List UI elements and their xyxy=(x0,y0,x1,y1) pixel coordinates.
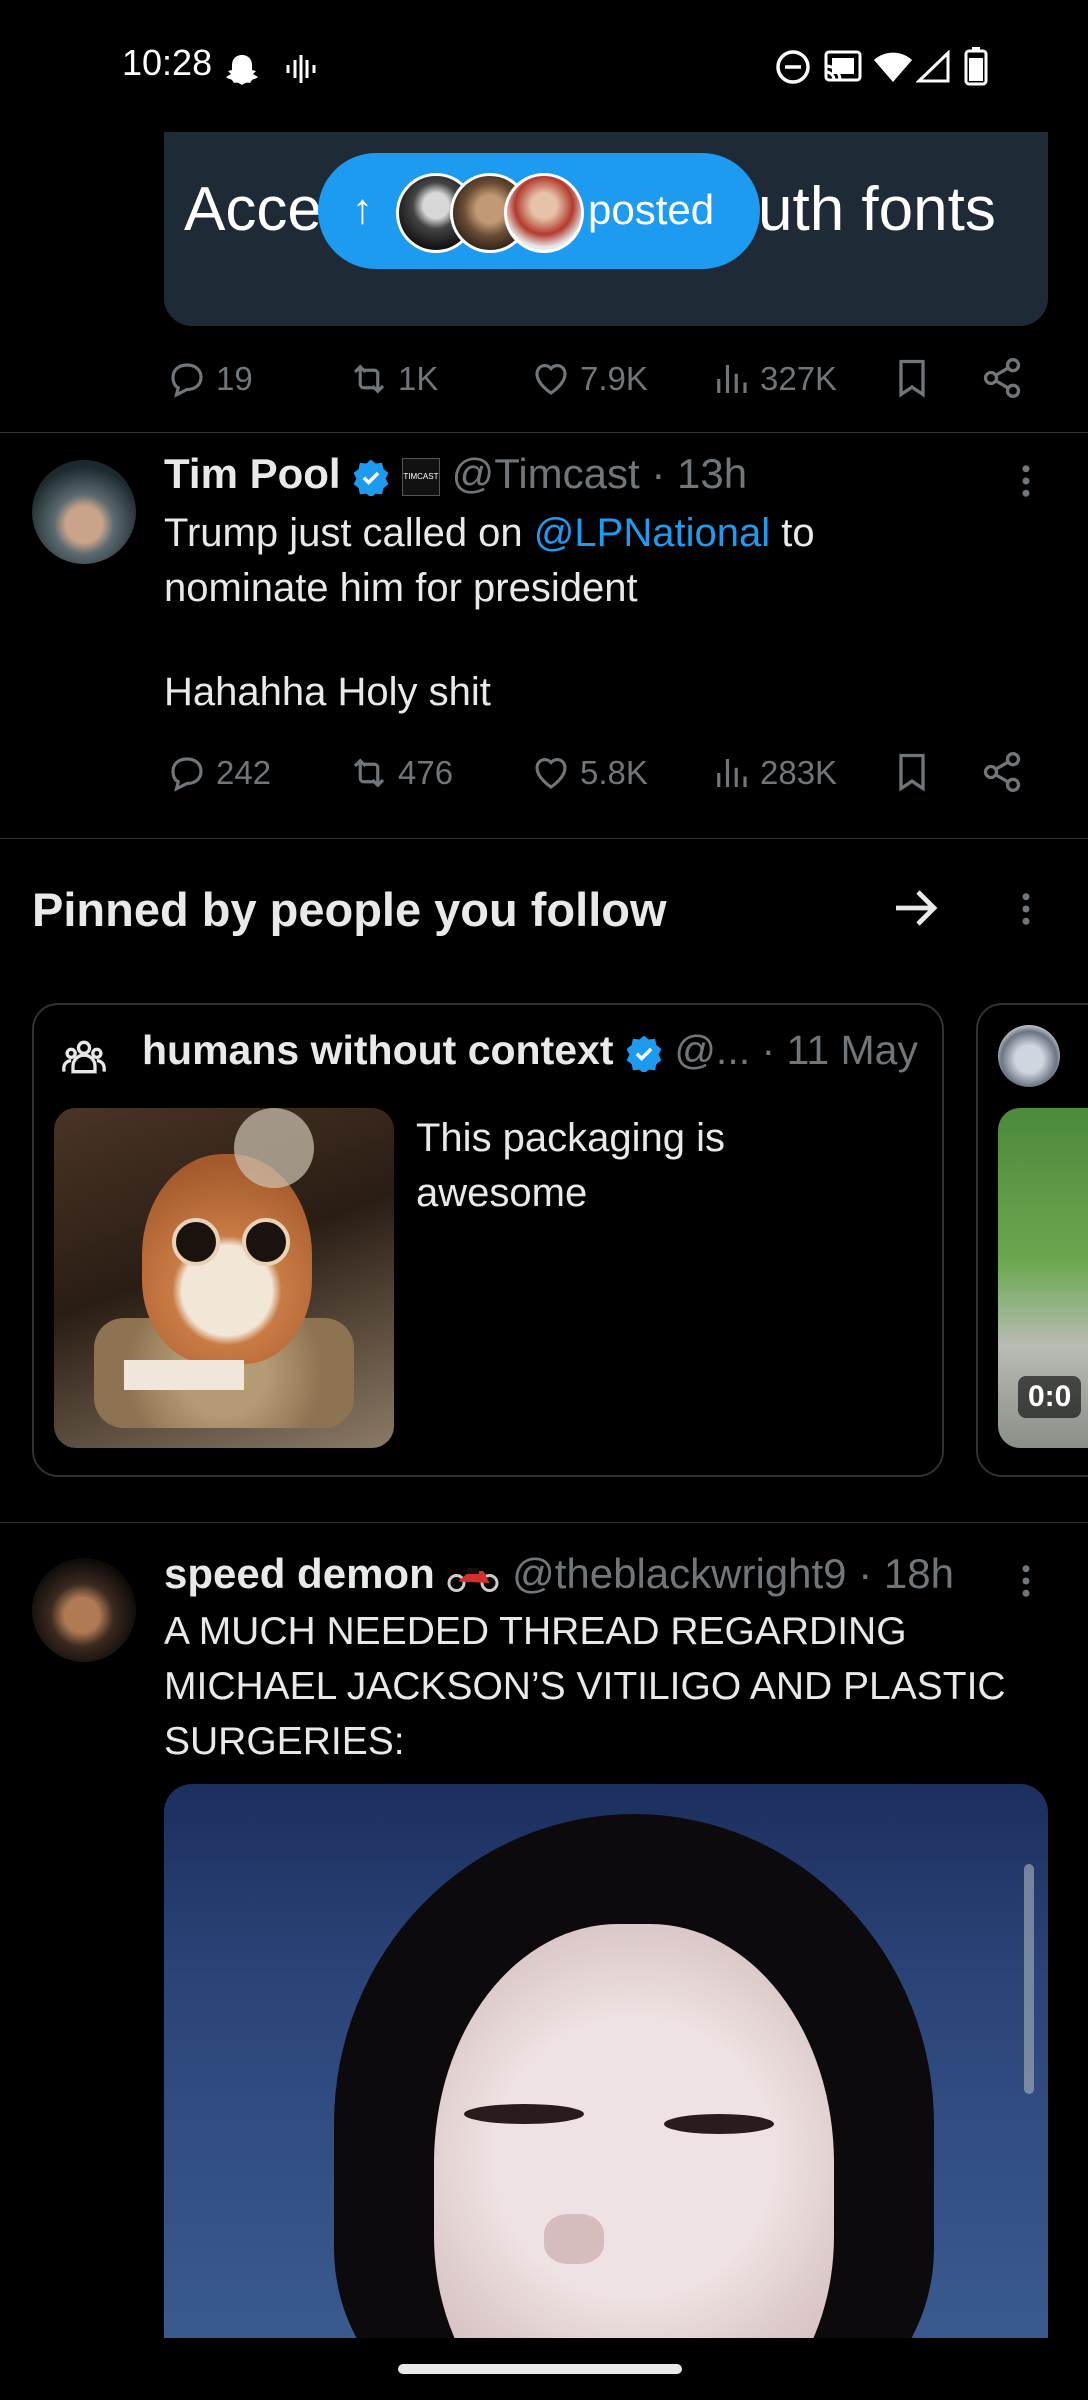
like-count: 5.8K xyxy=(580,754,648,791)
reply-icon xyxy=(171,757,203,792)
avatar[interactable] xyxy=(998,1025,1060,1087)
views-button[interactable]: 283K xyxy=(710,752,837,794)
reply-icon xyxy=(171,363,203,398)
tweet-time: · 11 May xyxy=(761,1027,918,1073)
pinned-card[interactable]: humans without context @... · 11 May Thi… xyxy=(32,1003,944,1477)
tweet-header: Tim Pool TIMCAST @Timcast · 13h xyxy=(164,450,747,498)
divider xyxy=(0,838,1088,839)
divider xyxy=(0,1522,1088,1523)
pinned-card-header: humans without context @... · 11 May xyxy=(142,1027,918,1074)
pinned-card-next[interactable]: 0:0 xyxy=(976,1003,1088,1477)
retweet-count: 1K xyxy=(398,360,439,397)
reply-count: 19 xyxy=(216,360,253,397)
reply-count: 242 xyxy=(216,754,272,791)
bookmark-icon[interactable] xyxy=(890,750,934,794)
more-options-icon[interactable] xyxy=(1010,1560,1042,1602)
author-name[interactable]: Tim Pool xyxy=(164,450,341,497)
retweet-button[interactable]: 1K xyxy=(348,358,438,400)
new-posts-pill[interactable]: ↑ posted xyxy=(318,153,760,269)
more-options-icon[interactable] xyxy=(1010,460,1042,502)
pinned-heading: Pinned by people you follow xyxy=(32,883,667,936)
avatar[interactable] xyxy=(32,460,136,564)
voicemail-icon xyxy=(286,55,316,83)
affiliate-badge-icon: TIMCAST xyxy=(401,457,440,496)
avatar xyxy=(504,173,584,253)
tweet-text-part: Trump just called on xyxy=(164,511,534,555)
wifi-icon xyxy=(874,52,912,82)
do-not-disturb-icon xyxy=(776,50,810,84)
community-icon xyxy=(62,1040,106,1074)
share-icon[interactable] xyxy=(980,750,1024,794)
quoted-card-text-right: uth fonts xyxy=(758,175,996,244)
views-count: 283K xyxy=(760,754,838,791)
views-icon xyxy=(717,365,747,393)
tweet-text: Trump just called on @LPNational to nomi… xyxy=(164,506,904,616)
tweet-time: · 18h xyxy=(858,1550,954,1597)
like-count: 7.9K xyxy=(580,360,648,397)
retweet-icon xyxy=(353,758,385,788)
new-posts-label: posted xyxy=(588,186,715,233)
status-time: 10:28 xyxy=(122,42,213,83)
bookmark-icon[interactable] xyxy=(890,356,934,400)
heart-icon xyxy=(535,364,567,395)
author-handle[interactable]: @... xyxy=(674,1027,750,1073)
snapchat-icon xyxy=(226,55,258,85)
tweet-time: · 13h xyxy=(651,450,748,497)
like-button[interactable]: 7.9K xyxy=(530,358,648,400)
like-button[interactable]: 5.8K xyxy=(530,752,648,794)
retweet-count: 476 xyxy=(398,754,454,791)
verified-badge-icon xyxy=(626,1035,662,1073)
heart-icon xyxy=(535,758,567,789)
author-name[interactable]: humans without context xyxy=(142,1027,614,1073)
tweet-text-line2: Hahahha Holy shit xyxy=(164,670,491,714)
avatar[interactable] xyxy=(32,1558,136,1662)
share-icon[interactable] xyxy=(980,356,1024,400)
arrow-right-icon[interactable] xyxy=(890,884,942,932)
reply-button[interactable]: 19 xyxy=(166,358,253,400)
pinned-card-text: This packaging is awesome xyxy=(416,1116,726,1215)
retweet-icon xyxy=(353,364,385,394)
tweet-media[interactable] xyxy=(164,1784,1048,2338)
post-video[interactable]: 0:0 xyxy=(998,1108,1088,1448)
views-icon xyxy=(717,759,747,787)
post-image[interactable] xyxy=(54,1108,394,1448)
gesture-bar[interactable] xyxy=(398,2364,682,2374)
quoted-card-text-left: Acce xyxy=(184,175,322,244)
more-options-icon[interactable] xyxy=(1010,888,1042,930)
signal-icon xyxy=(916,50,950,83)
author-handle[interactable]: @Timcast xyxy=(452,450,640,497)
cast-icon xyxy=(824,50,862,82)
author-name[interactable]: speed demon xyxy=(164,1550,435,1597)
author-handle[interactable]: @theblackwright9 xyxy=(512,1550,846,1597)
status-bar: 10:28 xyxy=(0,0,1088,130)
retweet-button[interactable]: 476 xyxy=(348,752,453,794)
tweet-header: speed demon @theblackwright9 · 18h xyxy=(164,1550,954,1598)
motorcycle-emoji-icon xyxy=(447,1567,499,1592)
reply-button[interactable]: 242 xyxy=(166,752,271,794)
arrow-up-icon: ↑ xyxy=(352,185,373,232)
video-duration: 0:0 xyxy=(1018,1376,1082,1418)
mention-link[interactable]: @LPNational xyxy=(534,511,770,555)
verified-badge-icon xyxy=(353,459,389,496)
tweet-text: A MUCH NEEDED THREAD REGARDING MICHAEL J… xyxy=(164,1610,1006,1763)
battery-icon xyxy=(964,47,988,86)
views-button[interactable]: 327K xyxy=(710,358,837,400)
views-count: 327K xyxy=(760,360,838,397)
divider xyxy=(0,432,1088,433)
